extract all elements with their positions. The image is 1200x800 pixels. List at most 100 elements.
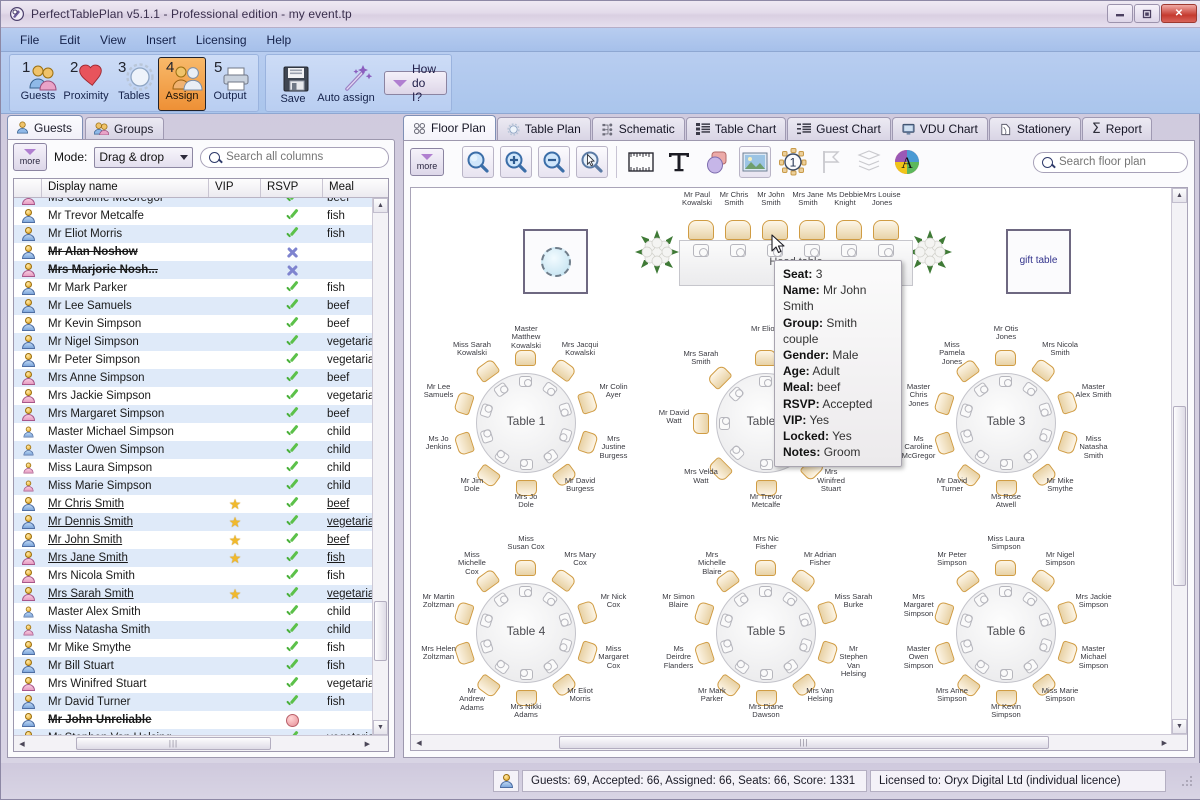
- guest-rsvp-cell[interactable]: [261, 678, 323, 691]
- guest-display-name[interactable]: Mr John Smith: [42, 534, 209, 546]
- place-setting[interactable]: [520, 459, 533, 470]
- head-table-chair[interactable]: [836, 220, 862, 240]
- head-table-place-setting[interactable]: [730, 244, 746, 257]
- scroll-right-button[interactable]: ▶: [365, 740, 370, 748]
- table-row[interactable]: Mr Alan Noshow: [14, 243, 388, 261]
- guest-display-name[interactable]: Miss Natasha Smith: [42, 624, 209, 636]
- tab-groups[interactable]: Groups: [85, 117, 165, 139]
- guest-display-name[interactable]: Mrs Nicola Smith: [42, 570, 209, 582]
- head-table-place-setting[interactable]: [804, 244, 820, 257]
- how-do-i-button[interactable]: How do I?: [384, 62, 447, 104]
- guest-display-name[interactable]: Master Owen Simpson: [42, 444, 209, 456]
- table-row[interactable]: Mr David Turner fish: [14, 693, 388, 711]
- guest-rsvp-cell[interactable]: [261, 570, 323, 583]
- guest-display-name[interactable]: Mr Trevor Metcalfe: [42, 210, 209, 222]
- tab-schematic[interactable]: Schematic: [591, 117, 685, 140]
- guest-vip-cell[interactable]: ★: [209, 515, 261, 529]
- scroll-thumb-vertical[interactable]: [374, 600, 387, 661]
- guest-display-name[interactable]: Mr Chris Smith: [42, 498, 209, 510]
- guest-display-name[interactable]: Mrs Anne Simpson: [42, 372, 209, 384]
- scroll-thumb-horizontal[interactable]: |||: [76, 737, 271, 750]
- guest-rsvp-cell[interactable]: [261, 300, 323, 313]
- gift-table[interactable]: gift table: [1006, 229, 1071, 294]
- guest-rsvp-cell[interactable]: [261, 354, 323, 367]
- col-rsvp[interactable]: RSVP: [261, 179, 323, 197]
- guest-display-name[interactable]: Mr Mike Smythe: [42, 642, 209, 654]
- place-setting[interactable]: [519, 586, 532, 597]
- guest-display-name[interactable]: Mr Dennis Smith: [42, 516, 209, 528]
- guest-rsvp-cell[interactable]: [261, 246, 323, 259]
- table-row[interactable]: Miss Laura Simpson child: [14, 459, 388, 477]
- table-row[interactable]: Mr Kevin Simpson beef: [14, 315, 388, 333]
- place-setting[interactable]: [759, 376, 772, 387]
- canvas-scroll-right-button[interactable]: ▶: [1162, 739, 1167, 747]
- guest-rsvp-cell[interactable]: [261, 318, 323, 331]
- table-row[interactable]: Mrs Jackie Simpson vegetarian: [14, 387, 388, 405]
- guest-display-name[interactable]: Mrs Jane Smith: [42, 552, 209, 564]
- guests-vertical-scrollbar[interactable]: ▲ ▼: [372, 198, 388, 735]
- table-row[interactable]: Ms Caroline McGregor beef: [14, 198, 388, 207]
- canvas-vertical-scrollbar[interactable]: ▲ ▼: [1171, 188, 1187, 734]
- guest-rsvp-cell[interactable]: [261, 372, 323, 385]
- table-chair[interactable]: [755, 560, 776, 576]
- place-setting[interactable]: [519, 376, 532, 387]
- guest-rsvp-cell[interactable]: [261, 713, 323, 727]
- table-row[interactable]: Master Owen Simpson child: [14, 441, 388, 459]
- table-chair[interactable]: [1030, 567, 1057, 593]
- guest-rsvp-cell[interactable]: [261, 408, 323, 421]
- head-table-place-setting[interactable]: [841, 244, 857, 257]
- tab-table-plan[interactable]: Table Plan: [496, 117, 591, 140]
- guest-display-name[interactable]: Ms Caroline McGregor: [42, 198, 209, 204]
- guest-rsvp-cell[interactable]: [261, 696, 323, 709]
- guest-rsvp-cell[interactable]: [261, 462, 323, 475]
- place-setting[interactable]: [719, 417, 730, 430]
- guest-display-name[interactable]: Mrs Winifred Stuart: [42, 678, 209, 690]
- table-chair[interactable]: [1030, 357, 1057, 383]
- ruler-button[interactable]: [625, 146, 657, 178]
- toolbar-assign-button[interactable]: 4 Assign: [158, 57, 206, 111]
- floor-plan-canvas[interactable]: gift table Mr Paul Kowalski Mr Chris Smi…: [411, 188, 1171, 734]
- tab-guest-chart[interactable]: Guest Chart: [787, 117, 891, 140]
- layers-button[interactable]: [853, 146, 885, 178]
- guest-display-name[interactable]: Mr Peter Simpson: [42, 354, 209, 366]
- scroll-up-button[interactable]: ▲: [373, 198, 388, 213]
- tab-report[interactable]: Σ Report: [1081, 117, 1152, 140]
- table-row[interactable]: Mrs Sarah Smith ★ vegetarian: [14, 585, 388, 603]
- tab-vdu-chart[interactable]: VDU Chart: [891, 117, 988, 140]
- flag-button[interactable]: [815, 146, 847, 178]
- guest-display-name[interactable]: Mr Mark Parker: [42, 282, 209, 294]
- table-row[interactable]: Mrs Margaret Simpson beef: [14, 405, 388, 423]
- table-chair[interactable]: [550, 357, 577, 383]
- guest-display-name[interactable]: Mr Lee Samuels: [42, 300, 209, 312]
- table-chair[interactable]: [706, 364, 733, 391]
- menu-licensing[interactable]: Licensing: [187, 30, 256, 50]
- guest-display-name[interactable]: Mr Nigel Simpson: [42, 336, 209, 348]
- table-row[interactable]: Mr Lee Samuels beef: [14, 297, 388, 315]
- canvas-scroll-down-button[interactable]: ▼: [1172, 719, 1187, 734]
- table-row[interactable]: Mrs Winifred Stuart vegetarian: [14, 675, 388, 693]
- canvas-scroll-left-button[interactable]: ◀: [411, 739, 427, 747]
- col-vip[interactable]: VIP: [209, 179, 261, 197]
- menu-help[interactable]: Help: [258, 30, 301, 50]
- guest-rsvp-cell[interactable]: [261, 624, 323, 637]
- col-meal[interactable]: Meal: [323, 179, 385, 197]
- table-chair[interactable]: [790, 567, 817, 593]
- guest-rsvp-cell[interactable]: [261, 426, 323, 439]
- shape-tool-button[interactable]: [701, 146, 733, 178]
- guests-search-box[interactable]: [200, 146, 389, 168]
- table-row[interactable]: Mr Chris Smith ★ beef: [14, 495, 388, 513]
- table-chair[interactable]: [515, 350, 536, 366]
- round-table[interactable]: Table 6 Miss Laura Simpson Mr Nigel Simpson M…: [903, 534, 1111, 719]
- zoom-out-button[interactable]: [538, 146, 570, 178]
- guest-display-name[interactable]: Mr Kevin Simpson: [42, 318, 209, 330]
- table-row[interactable]: Mrs Jane Smith ★ fish: [14, 549, 388, 567]
- flower-decoration-right[interactable]: [908, 230, 952, 274]
- guest-rsvp-cell[interactable]: [261, 444, 323, 457]
- guest-rsvp-cell[interactable]: [261, 282, 323, 295]
- guest-rsvp-cell[interactable]: [261, 534, 323, 547]
- head-table-chair[interactable]: [688, 220, 714, 240]
- toolbar-guests-button[interactable]: 1 Guests: [14, 57, 62, 111]
- menu-edit[interactable]: Edit: [50, 30, 89, 50]
- guest-display-name[interactable]: Mr Bill Stuart: [42, 660, 209, 672]
- table-chair[interactable]: [954, 568, 981, 594]
